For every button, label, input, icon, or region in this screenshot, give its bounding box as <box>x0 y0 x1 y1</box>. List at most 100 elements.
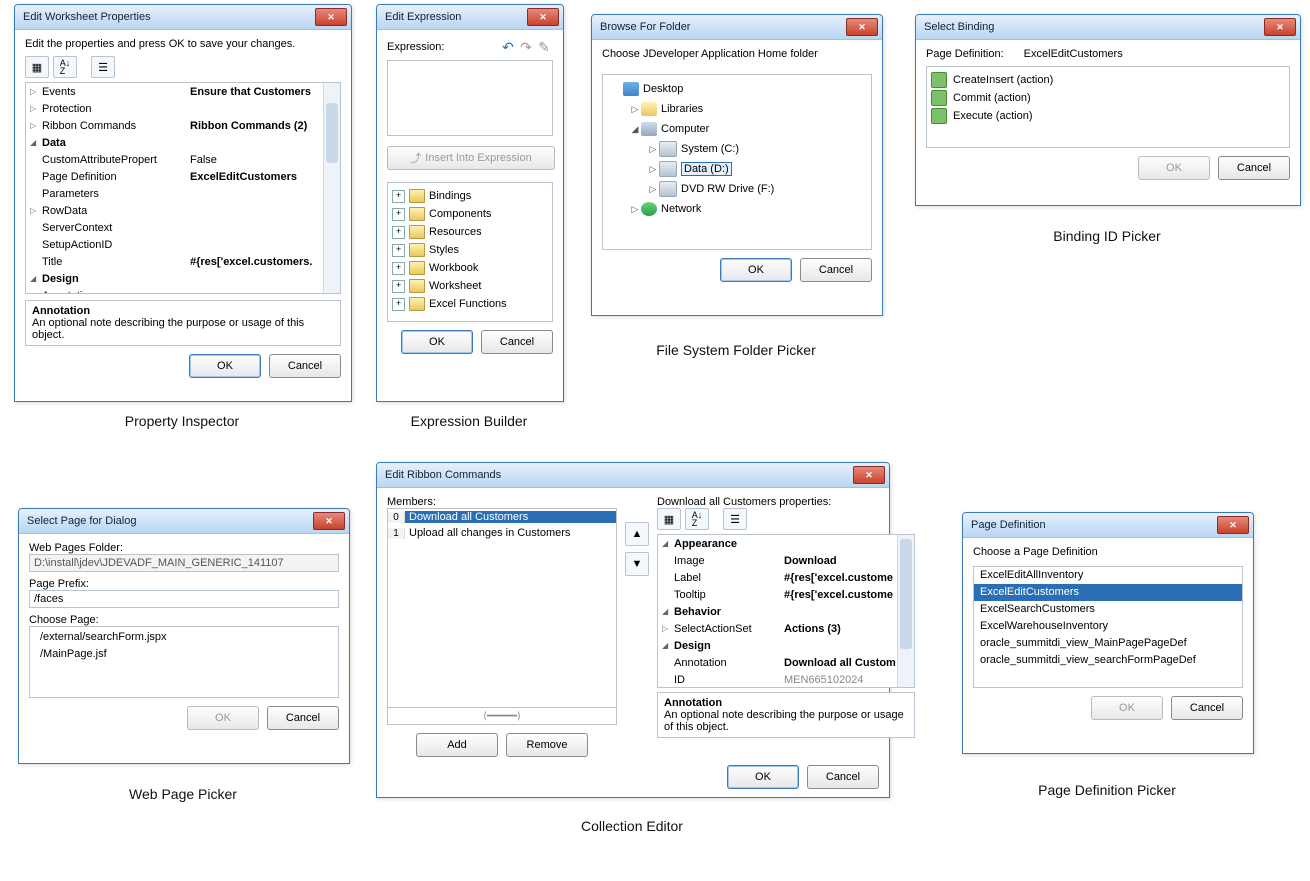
expression-input[interactable] <box>387 60 553 136</box>
remove-button[interactable]: Remove <box>506 733 588 757</box>
titlebar: Edit Ribbon Commands ✕ <box>377 463 889 488</box>
list-item[interactable]: ExcelEditCustomers <box>974 584 1242 601</box>
list-item[interactable]: ExcelEditAllInventory <box>974 567 1242 584</box>
folder-tree[interactable]: Desktop▷Libraries◢Computer▷System (C:)▷D… <box>602 74 872 250</box>
list-item[interactable]: ExcelWarehouseInventory <box>974 618 1242 635</box>
folder-item[interactable]: ◢Computer <box>607 119 867 139</box>
cancel-button[interactable]: Cancel <box>1218 156 1290 180</box>
ok-button[interactable]: OK <box>189 354 261 378</box>
list-item[interactable]: /external/searchForm.jspx <box>34 629 334 646</box>
property-grid[interactable]: ▷EventsEnsure that Customers▷Protection▷… <box>25 82 341 294</box>
prefix-input[interactable] <box>29 590 339 608</box>
tree-node[interactable]: +Excel Functions <box>392 295 548 313</box>
ok-button[interactable]: OK <box>727 765 799 789</box>
close-icon[interactable]: ✕ <box>1217 516 1249 534</box>
property-row[interactable]: ▷RowData <box>26 202 340 219</box>
property-row[interactable]: ◢Data <box>26 134 340 151</box>
property-row[interactable]: ▷SelectActionSetActions (3) <box>658 620 914 637</box>
horizontal-scrollbar[interactable]: ⟨━━━━━⟩ <box>483 711 521 722</box>
close-icon[interactable]: ✕ <box>315 8 347 26</box>
list-item[interactable]: /MainPage.jsf <box>34 646 334 663</box>
property-row[interactable]: ▷Ribbon CommandsRibbon Commands (2) <box>26 117 340 134</box>
binding-item[interactable]: Commit (action) <box>931 89 1285 107</box>
cancel-button[interactable]: Cancel <box>807 765 879 789</box>
folder-item[interactable]: ▷System (C:) <box>607 139 867 159</box>
folder-item[interactable]: ▷Libraries <box>607 99 867 119</box>
cancel-button[interactable]: Cancel <box>481 330 553 354</box>
clear-icon[interactable]: ✎ <box>535 38 553 56</box>
list-item[interactable]: oracle_summitdi_view_searchFormPageDef <box>974 652 1242 669</box>
property-row[interactable]: ▷Protection <box>26 100 340 117</box>
folder-item[interactable]: ▷Network <box>607 199 867 219</box>
cancel-button[interactable]: Cancel <box>267 706 339 730</box>
folder-item[interactable]: Desktop <box>607 79 867 99</box>
property-row[interactable]: Tooltip#{res['excel.custome <box>658 586 914 603</box>
scrollbar[interactable] <box>323 83 340 293</box>
sort-az-icon[interactable]: A↓Z <box>685 508 709 530</box>
expression-label: Expression: <box>387 41 444 53</box>
categorized-icon[interactable]: ▦ <box>25 56 49 78</box>
property-pages-icon[interactable]: ☰ <box>723 508 747 530</box>
member-row[interactable]: 0Download all Customers <box>388 509 616 525</box>
tree-node[interactable]: +Workbook <box>392 259 548 277</box>
folder-item[interactable]: ▷DVD RW Drive (F:) <box>607 179 867 199</box>
binding-item[interactable]: Execute (action) <box>931 107 1285 125</box>
move-down-button[interactable]: ▼ <box>625 552 649 576</box>
caption: Expression Builder <box>376 413 562 429</box>
members-list[interactable]: 0Download all Customers1Upload all chang… <box>387 508 617 708</box>
property-row[interactable]: ◢Design <box>658 637 914 654</box>
property-row[interactable]: Page DefinitionExcelEditCustomers <box>26 168 340 185</box>
binding-list[interactable]: CreateInsert (action)Commit (action)Exec… <box>926 66 1290 148</box>
insert-button[interactable]: ⤴Insert Into Expression <box>387 146 555 170</box>
ok-button[interactable]: OK <box>187 706 259 730</box>
property-row[interactable]: CustomAttributePropertFalse <box>26 151 340 168</box>
property-row[interactable]: ImageDownload <box>658 552 914 569</box>
undo-icon[interactable]: ↶ <box>499 38 517 56</box>
scrollbar[interactable] <box>897 535 914 687</box>
ok-button[interactable]: OK <box>1091 696 1163 720</box>
property-row[interactable]: Title#{res['excel.customers. <box>26 253 340 270</box>
redo-icon[interactable]: ↷ <box>517 38 535 56</box>
list-item[interactable]: oracle_summitdi_view_MainPagePageDef <box>974 635 1242 652</box>
tree-node[interactable]: +Worksheet <box>392 277 548 295</box>
scrollbar[interactable] <box>607 219 867 319</box>
property-row[interactable]: ◢Appearance <box>658 535 914 552</box>
cancel-button[interactable]: Cancel <box>269 354 341 378</box>
caption: Collection Editor <box>376 818 888 834</box>
property-row[interactable]: Annotation <box>26 287 340 294</box>
property-pages-icon[interactable]: ☰ <box>91 56 115 78</box>
ok-button[interactable]: OK <box>1138 156 1210 180</box>
add-button[interactable]: Add <box>416 733 498 757</box>
property-row[interactable]: ServerContext <box>26 219 340 236</box>
property-row[interactable]: ◢Design <box>26 270 340 287</box>
close-icon[interactable]: ✕ <box>1264 18 1296 36</box>
expression-tree[interactable]: +Bindings+Components+Resources+Styles+Wo… <box>387 182 553 322</box>
cancel-button[interactable]: Cancel <box>1171 696 1243 720</box>
tree-node[interactable]: +Components <box>392 205 548 223</box>
binding-item[interactable]: CreateInsert (action) <box>931 71 1285 89</box>
property-row[interactable]: Label#{res['excel.custome <box>658 569 914 586</box>
member-row[interactable]: 1Upload all changes in Customers <box>388 525 616 541</box>
property-row[interactable]: ◢Behavior <box>658 603 914 620</box>
categorized-icon[interactable]: ▦ <box>657 508 681 530</box>
tree-node[interactable]: +Resources <box>392 223 548 241</box>
list-item[interactable]: ExcelSearchCustomers <box>974 601 1242 618</box>
close-icon[interactable]: ✕ <box>313 512 345 530</box>
property-row[interactable]: Parameters <box>26 185 340 202</box>
page-list[interactable]: /external/searchForm.jspx/MainPage.jsf <box>29 626 339 698</box>
property-row[interactable]: ▷EventsEnsure that Customers <box>26 83 340 100</box>
sort-az-icon[interactable]: A↓Z <box>53 56 77 78</box>
close-icon[interactable]: ✕ <box>846 18 878 36</box>
property-grid[interactable]: ◢AppearanceImageDownloadLabel#{res['exce… <box>657 534 915 688</box>
property-row[interactable]: SetupActionID <box>26 236 340 253</box>
tree-node[interactable]: +Bindings <box>392 187 548 205</box>
property-row[interactable]: IDMEN665102024 <box>658 671 914 688</box>
tree-node[interactable]: +Styles <box>392 241 548 259</box>
move-up-button[interactable]: ▲ <box>625 522 649 546</box>
folder-item[interactable]: ▷Data (D:) <box>607 159 867 179</box>
property-row[interactable]: AnnotationDownload all Custom <box>658 654 914 671</box>
close-icon[interactable]: ✕ <box>527 8 559 26</box>
close-icon[interactable]: ✕ <box>853 466 885 484</box>
ok-button[interactable]: OK <box>401 330 473 354</box>
page-def-list[interactable]: ExcelEditAllInventoryExcelEditCustomersE… <box>973 566 1243 688</box>
